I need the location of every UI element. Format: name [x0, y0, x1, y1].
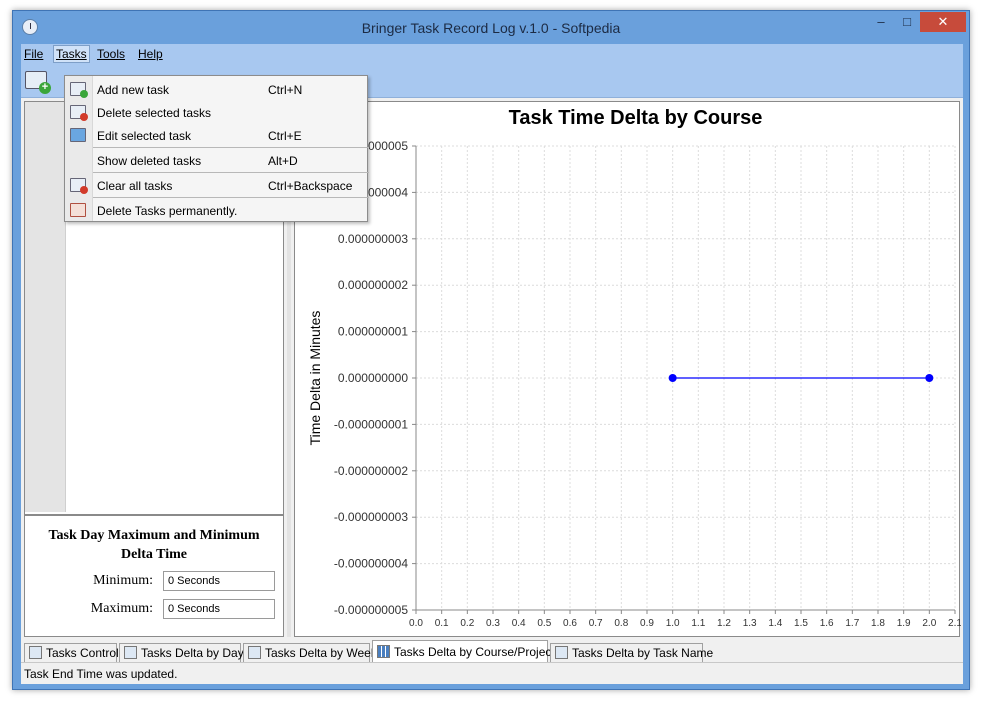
menu-item-label: Add new task [97, 83, 170, 97]
x-tick-label: 1.1 [691, 618, 705, 629]
y-tick-label: 0.000000003 [338, 232, 408, 246]
tab-delta-by-week[interactable]: Tasks Delta by Week [243, 643, 377, 662]
tab-label: Tasks Control [46, 646, 119, 660]
menu-item-shortcut: Ctrl+Backspace [268, 179, 353, 193]
tab-tasks-control[interactable]: Tasks Control [24, 643, 119, 662]
calendar-week-icon [248, 646, 261, 659]
calendar-icon [29, 646, 42, 659]
tab-label: Tasks Delta by Week [265, 646, 377, 660]
x-tick-label: 0.6 [563, 618, 577, 629]
y-axis-label: Time Delta in Minutes [307, 311, 323, 446]
menu-item-add-task[interactable]: Add new task Ctrl+N [65, 78, 367, 101]
menu-item-delete-selected[interactable]: Delete selected tasks [65, 101, 367, 124]
x-tick-label: 1.6 [820, 618, 834, 629]
data-point [925, 374, 934, 382]
add-task-toolbar-icon[interactable] [25, 71, 51, 94]
y-tick-label: -0.000000002 [334, 464, 408, 478]
tab-bar: Tasks Control Tasks Delta by Day Tasks D… [21, 640, 963, 662]
x-tick-label: 1.0 [666, 618, 680, 629]
y-tick-label: -0.000000005 [334, 603, 408, 617]
menu-item-edit-selected[interactable]: Edit selected task Ctrl+E [65, 124, 367, 147]
menu-item-label: Show deleted tasks [97, 154, 202, 168]
menu-item-label: Edit selected task [97, 129, 192, 143]
data-point [668, 374, 677, 382]
x-tick-label: 0.1 [435, 618, 449, 629]
window-title: Bringer Task Record Log v.1.0 - Softpedi… [361, 20, 621, 36]
x-tick-label: 0.4 [512, 618, 526, 629]
x-tick-label: 1.4 [768, 618, 782, 629]
x-tick-label: 1.8 [871, 618, 885, 629]
y-tick-label: -0.000000004 [334, 557, 408, 571]
x-tick-label: 1.5 [794, 618, 808, 629]
menu-item-label: Delete selected tasks [97, 106, 212, 120]
tab-label: Tasks Delta by Task Name [572, 646, 714, 660]
menu-item-shortcut: Ctrl+E [268, 129, 302, 143]
x-tick-label: 1.7 [845, 618, 859, 629]
task-tree[interactable] [25, 102, 66, 512]
clear-tasks-icon [70, 178, 88, 194]
x-tick-label: 0.8 [614, 618, 628, 629]
menu-bar: File Tasks Tools Help [21, 44, 963, 64]
x-tick-label: 2.1 [948, 618, 961, 629]
x-tick-label: 1.3 [743, 618, 757, 629]
tasks-menu: Add new task Ctrl+N Delete selected task… [64, 75, 369, 222]
status-text: Task End Time was updated. [24, 667, 178, 681]
chart-title: Task Time Delta by Course [509, 107, 763, 129]
grid-icon [377, 645, 390, 658]
x-tick-label: 1.9 [897, 618, 911, 629]
x-tick-label: 0.5 [537, 618, 551, 629]
title-bar[interactable]: Bringer Task Record Log v.1.0 - Softpedi… [13, 11, 969, 45]
minimum-label: Minimum: [93, 573, 153, 588]
x-tick-label: 2.0 [922, 618, 936, 629]
menu-item-label: Clear all tasks [97, 179, 173, 193]
menu-separator [93, 197, 369, 198]
app-window: Bringer Task Record Log v.1.0 - Softpedi… [12, 10, 970, 690]
maximum-field[interactable]: 0 Seconds [163, 599, 275, 619]
x-tick-label: 0.7 [589, 618, 603, 629]
y-tick-label: 0.000000002 [338, 278, 408, 292]
status-bar: Task End Time was updated. [21, 662, 963, 684]
tab-delta-by-course[interactable]: Tasks Delta by Course/Project [372, 640, 555, 662]
edit-task-icon [70, 128, 86, 142]
delta-stats-box: Task Day Maximum and Minimum Delta Time … [25, 514, 283, 636]
minimize-button[interactable]: – [868, 12, 894, 32]
menu-tasks[interactable]: Tasks [53, 45, 90, 63]
menu-item-label: Delete Tasks permanently. [97, 204, 238, 218]
maximize-button[interactable]: □ [894, 12, 920, 32]
menu-item-show-deleted[interactable]: Show deleted tasks Alt+D [65, 149, 367, 172]
stats-title: Task Day Maximum and Minimum Delta Time [48, 528, 260, 562]
menu-separator [93, 147, 369, 148]
y-tick-label: 0.000000001 [338, 325, 408, 339]
menu-item-delete-permanently[interactable]: Delete Tasks permanently. [65, 199, 367, 222]
tab-label: Tasks Delta by Day [141, 646, 244, 660]
menu-file[interactable]: File [24, 47, 43, 61]
chart-panel: Task Time Delta by Course 0.0 0.1 0.2 0.3 0.4… [294, 101, 961, 637]
close-button[interactable]: ✕ [920, 12, 966, 32]
tab-delta-by-day[interactable]: Tasks Delta by Day [119, 643, 244, 662]
menu-tools[interactable]: Tools [97, 47, 125, 61]
menu-separator [93, 172, 369, 173]
add-task-icon [70, 82, 88, 98]
menu-item-shortcut: Alt+D [268, 154, 298, 168]
delete-permanently-icon [70, 203, 86, 217]
calendar-check-icon [124, 646, 137, 659]
tab-label: Tasks Delta by Course/Project [394, 645, 555, 659]
delete-task-icon [70, 105, 88, 121]
menu-help[interactable]: Help [138, 47, 163, 61]
tab-delta-by-task-name[interactable]: Tasks Delta by Task Name [550, 643, 713, 662]
menu-item-clear-all[interactable]: Clear all tasks Ctrl+Backspace [65, 174, 367, 197]
menu-item-shortcut: Ctrl+N [268, 83, 303, 97]
x-tick-label: 1.2 [717, 618, 731, 629]
y-tick-label: -0.000000001 [334, 417, 408, 431]
y-tick-label: -0.000000003 [334, 510, 408, 524]
delta-chart: Task Time Delta by Course 0.0 0.1 0.2 0.3 0.4… [307, 107, 961, 629]
x-tick-label: 0.2 [460, 618, 474, 629]
minimum-field[interactable]: 0 Seconds [163, 571, 275, 591]
checklist-icon [555, 646, 568, 659]
x-tick-label: 0.9 [640, 618, 654, 629]
x-tick-label: 0.0 [409, 618, 423, 629]
maximum-label: Maximum: [90, 601, 153, 616]
x-tick-label: 0.3 [486, 618, 500, 629]
y-tick-label: 0.000000000 [338, 371, 408, 385]
